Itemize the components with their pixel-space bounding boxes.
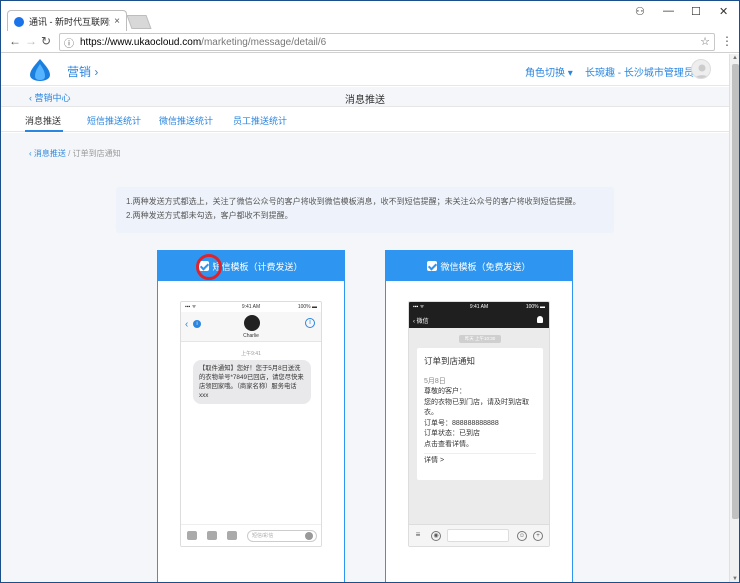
wechat-template-card: 微信模板（免费发送） ▪▪▪ ᯤ 9:41 AM 100% ▬ ‹ 微信 昨天 … [385, 250, 573, 582]
emoji-icon: ☺ [517, 531, 527, 541]
contact-name: Charlie [243, 333, 259, 339]
sms-template-header[interactable]: 短信模板（计费发送） [158, 251, 344, 281]
browser-tab-title: 通讯 - 新时代互联网洗涤 [29, 17, 110, 27]
browser-tab[interactable]: 通讯 - 新时代互联网洗涤 × [7, 10, 127, 32]
plus-icon: + [533, 531, 543, 541]
scroll-down-icon[interactable]: ▼ [732, 576, 738, 582]
sms-input-bar: 短信/彩信 [181, 524, 321, 546]
breadcrumb-separator: / [68, 149, 71, 158]
tab-message-push[interactable]: 消息推送 [25, 114, 61, 127]
sms-phone-preview: ▪▪▪ ᯤ 9:41 AM 100% ▬ ‹ i Charlie i 上午9:4… [180, 301, 322, 547]
wechat-input-bar: ≡ ◉ ☺ + [409, 524, 549, 546]
app-header: 营销 › 角色切换 ▾ 长琬趣 - 长沙城市管理员 ▾ [1, 54, 729, 86]
template-greeting: 尊敬的客户： [424, 388, 466, 395]
sms-template-card: 短信模板（计费发送） ▪▪▪ ᯤ 9:41 AM 100% ▬ ‹ i Char… [157, 250, 345, 582]
highlight-circle [196, 254, 222, 280]
heart-icon [207, 531, 217, 540]
back-chevron-icon: ‹ [185, 319, 189, 330]
tab-bar: 消息推送 短信推送统计 微信推送统计 员工推送统计 [1, 108, 729, 132]
url-path: /marketing/message/detail/6 [201, 36, 327, 48]
person-icon [537, 316, 543, 323]
breadcrumb: ‹ 消息推送 / 订单到店通知 [29, 148, 121, 159]
message-time: 昨天 上午10:30 [459, 335, 501, 343]
template-detail-link: 详情 > [424, 453, 536, 467]
template-hint: 点击查看详情。 [424, 440, 473, 448]
camera-icon [187, 531, 197, 540]
tab-staff-stats[interactable]: 员工推送统计 [233, 114, 287, 127]
app-store-icon [227, 531, 237, 540]
template-date: 5月8日 [424, 377, 446, 385]
reload-icon[interactable]: ↻ [41, 34, 51, 48]
wechat-back: ‹ 微信 [413, 319, 429, 325]
wechat-phone-preview: ▪▪▪ ᯤ 9:41 AM 100% ▬ ‹ 微信 昨天 上午10:30 订单到… [408, 301, 550, 547]
wechat-nav-bar: ‹ 微信 [409, 312, 549, 328]
app-name[interactable]: 营销 › [67, 63, 98, 80]
wechat-chat-body: 昨天 上午10:30 订单到店通知 5月8日 尊敬的客户： 您的衣物已到门店，请… [409, 328, 549, 526]
sms-template-label: 短信模板（计费发送） [212, 261, 303, 272]
info-icon[interactable]: ⓘ [64, 35, 74, 50]
contact-avatar [244, 315, 260, 331]
new-tab-button[interactable] [126, 15, 152, 29]
user-menu[interactable]: 长琬趣 - 长沙城市管理员 ▾ [585, 64, 702, 79]
menu-icon: ≡ [415, 530, 421, 539]
wechat-checkbox[interactable] [427, 261, 438, 271]
favicon-icon [14, 16, 24, 27]
url-host: https://www.ukaocloud.com [80, 36, 202, 48]
notice-line-2: 2.两种发送方式都未勾选，客户都收不到提醒。 [126, 211, 293, 220]
info-icon: i [305, 318, 315, 328]
page-scrollbar[interactable]: ▲ ▼ [729, 54, 739, 582]
status-bar: ▪▪▪ ᯤ 9:41 AM 100% ▬ [181, 302, 321, 312]
wechat-template-message: 订单到店通知 5月8日 尊敬的客户： 您的衣物已到门店，请及时到店取衣。 订单号… [417, 348, 543, 480]
template-title: 订单到店通知 [424, 356, 476, 366]
main-content: ‹ 消息推送 / 订单到店通知 1.两种发送方式都选上，关注了微信公众号的客户将… [1, 133, 729, 582]
template-order-no: 订单号：888888888888 [424, 419, 499, 427]
bookmark-star-icon[interactable]: ☆ [700, 35, 710, 48]
breadcrumb-parent-link[interactable]: ‹ 消息推送 [29, 149, 66, 158]
status-bar: ▪▪▪ ᯤ 9:41 AM 100% ▬ [409, 302, 549, 312]
tab-sms-stats[interactable]: 短信推送统计 [87, 114, 141, 127]
user-icon [695, 64, 709, 78]
chevron-right-icon: › [94, 65, 99, 79]
tab-strip: 通讯 - 新时代互联网洗涤 × ⚇ — ☐ ✕ [1, 1, 739, 32]
app-logo-icon[interactable] [27, 58, 53, 82]
sms-conversation-header: ‹ i Charlie i [181, 312, 321, 342]
sms-message-bubble: 【取件通知】您好！您于5月8日送洗的衣物单号*7849已回店，请您尽快来店领回家… [193, 360, 311, 404]
back-arrow-icon[interactable]: ← [9, 34, 21, 48]
wechat-template-header[interactable]: 微信模板（免费发送） [386, 251, 572, 281]
role-switch-dropdown[interactable]: 角色切换 ▾ [525, 64, 573, 79]
battery-icon: 100% ▬ [297, 304, 317, 310]
browser-toolbar: ← → ↻ ⓘ https://www.ukaocloud.com/market… [1, 31, 739, 53]
maximize-button[interactable]: ☐ [691, 5, 701, 18]
wechat-template-label: 微信模板（免费发送） [440, 261, 531, 272]
message-time: 上午9:41 [241, 351, 261, 357]
close-window-button[interactable]: ✕ [719, 5, 728, 18]
address-bar[interactable]: ⓘ https://www.ukaocloud.com/marketing/me… [59, 33, 715, 51]
minimize-button[interactable]: — [663, 5, 674, 17]
sms-input-field: 短信/彩信 [247, 530, 317, 542]
wechat-input-field [447, 529, 509, 542]
sub-header: ‹ 营销中心 消息推送 [1, 87, 729, 107]
active-tab-indicator [25, 130, 63, 132]
battery-icon: 100% ▬ [525, 304, 545, 310]
breadcrumb-current: 订单到店通知 [72, 149, 121, 158]
mic-icon [305, 532, 313, 540]
template-status: 订单状态：已到店 [424, 430, 480, 437]
scroll-up-icon[interactable]: ▲ [732, 55, 738, 61]
browser-window: 通讯 - 新时代互联网洗涤 × ⚇ — ☐ ✕ ← → ↻ ⓘ https://… [0, 0, 740, 583]
unread-badge: i [193, 320, 201, 328]
notice-line-1: 1.两种发送方式都选上，关注了微信公众号的客户将收到微信模板消息，收不到短信提醒… [126, 197, 581, 206]
voice-icon: ◉ [431, 531, 441, 541]
page-title: 消息推送 [345, 95, 385, 106]
tab-wechat-stats[interactable]: 微信推送统计 [159, 114, 213, 127]
forward-arrow-icon[interactable]: → [25, 34, 37, 48]
avatar[interactable] [691, 59, 711, 79]
template-body: 您的衣物已到门店，请及时到店取衣。 [424, 398, 529, 417]
scrollbar-thumb[interactable] [732, 64, 739, 519]
profile-icon[interactable]: ⚇ [635, 5, 645, 18]
menu-dots-icon[interactable]: ⋮ [721, 34, 733, 48]
close-tab-icon[interactable]: × [114, 16, 120, 27]
notice-box: 1.两种发送方式都选上，关注了微信公众号的客户将收到微信模板消息，收不到短信提醒… [116, 187, 614, 233]
